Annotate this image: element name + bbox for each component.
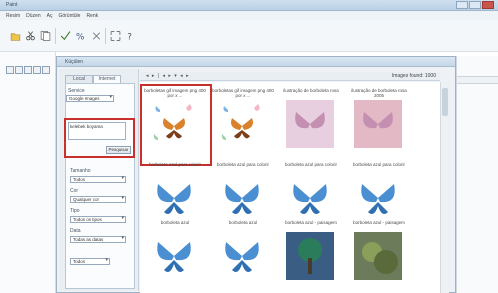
help-icon[interactable]: ?: [125, 30, 136, 42]
menu-item-1[interactable]: Resim: [6, 13, 20, 19]
right-panel: [456, 56, 498, 293]
result-thumbnail[interactable]: [354, 174, 402, 222]
results-count: Images found: 1000: [391, 73, 436, 79]
dialog-titlebar: Küçülen: [57, 57, 455, 67]
mini-tool-2[interactable]: [15, 66, 23, 74]
result-caption: borboletas gif imagem png 400 por x ...: [212, 88, 274, 98]
result-caption: borboleta azul - paisagem: [353, 220, 405, 225]
filter-label-type: Tipo: [70, 208, 80, 214]
copy-icon[interactable]: [40, 30, 51, 42]
result-caption: borboleta azul: [228, 220, 258, 225]
mini-tool-4[interactable]: [33, 66, 41, 74]
result-thumbnail[interactable]: [286, 100, 334, 148]
outer-left-panel: [0, 52, 56, 293]
window-controls: [456, 1, 494, 9]
result-thumbnail[interactable]: [150, 232, 198, 280]
results-scrollbar[interactable]: [440, 82, 449, 293]
fx-icon[interactable]: %: [76, 30, 87, 42]
service-select[interactable]: Google Images: [66, 95, 114, 102]
fullscreen-icon[interactable]: [110, 30, 121, 42]
results-nav-bar: ◂ ▸ | ◂ ▸ ▾ ◂ ▸ Images found: 1000: [140, 72, 440, 81]
filter-color-select[interactable]: Qualquer cor: [70, 196, 126, 203]
result-caption: ilustração de borboleta rosa: [283, 88, 339, 93]
menu-item-2[interactable]: Düzen: [26, 13, 40, 19]
window-titlebar: Paint: [0, 0, 498, 11]
result-thumbnail[interactable]: [354, 100, 402, 148]
filter-label-color: Cor: [70, 188, 79, 194]
right-panel-header: [457, 76, 498, 84]
page-nav-buttons[interactable]: ◂ ▸ | ◂ ▸ ▾ ◂ ▸: [146, 73, 190, 79]
mini-tool-1[interactable]: [6, 66, 14, 74]
mini-toolbar: [6, 66, 50, 74]
toolbar-separator-2: [105, 28, 106, 44]
svg-text:?: ?: [127, 32, 132, 42]
menu-item-4[interactable]: Görüntüle: [58, 13, 80, 19]
filter-size-select[interactable]: Todos: [70, 176, 126, 183]
result-thumbnail[interactable]: [354, 232, 402, 280]
result-thumbnail[interactable]: [218, 174, 266, 222]
toolbar-separator: [55, 28, 56, 44]
close-button[interactable]: [482, 1, 494, 9]
result-caption: borboleta azul: [160, 220, 190, 225]
scrollbar-thumb[interactable]: [442, 88, 448, 116]
filter-extra-select[interactable]: Todos: [70, 258, 110, 265]
filter-label-size: Tamanho: [70, 168, 91, 174]
toolbar: % ?: [0, 20, 498, 52]
result-thumbnail[interactable]: [218, 232, 266, 280]
menu-item-3[interactable]: Aç: [47, 13, 53, 19]
service-label: Service: [68, 88, 85, 94]
svg-text:%: %: [76, 32, 84, 42]
open-folder-icon[interactable]: [10, 30, 21, 42]
result-thumbnail[interactable]: [218, 100, 266, 148]
filter-date-select[interactable]: Todas as datas: [70, 236, 126, 243]
menubar: Resim Düzen Aç Görüntüle Renk: [0, 11, 498, 20]
scissors-icon[interactable]: [25, 30, 36, 42]
dialog-title: Küçülen: [65, 59, 84, 65]
result-caption: ilustração de borboleta rosa 2005: [351, 88, 407, 98]
mini-tool-3[interactable]: [24, 66, 32, 74]
filter-label-date: Data: [70, 228, 81, 234]
filter-type-select[interactable]: Todos os tipos: [70, 216, 126, 223]
minimize-button[interactable]: [456, 1, 468, 9]
result-caption: borboleta azul - paisagem: [285, 220, 337, 225]
mini-tool-5[interactable]: [42, 66, 50, 74]
result-thumbnail[interactable]: [286, 174, 334, 222]
maximize-button[interactable]: [469, 1, 481, 9]
result-caption: borboleta azul para colorir: [216, 162, 270, 167]
result-thumbnail[interactable]: [150, 174, 198, 222]
selected-result-highlight: [140, 84, 212, 166]
close-small-icon[interactable]: [91, 30, 102, 42]
result-caption: borboleta azul para colorir: [284, 162, 338, 167]
result-caption: borboleta azul para colorir: [352, 162, 406, 167]
window-title: Paint: [6, 2, 18, 8]
search-highlight-box: [64, 118, 135, 158]
check-icon[interactable]: [60, 30, 71, 42]
result-thumbnail[interactable]: [286, 232, 334, 280]
result-caption: borboleta azul para colorir: [148, 162, 202, 167]
menu-item-5[interactable]: Renk: [86, 13, 98, 19]
